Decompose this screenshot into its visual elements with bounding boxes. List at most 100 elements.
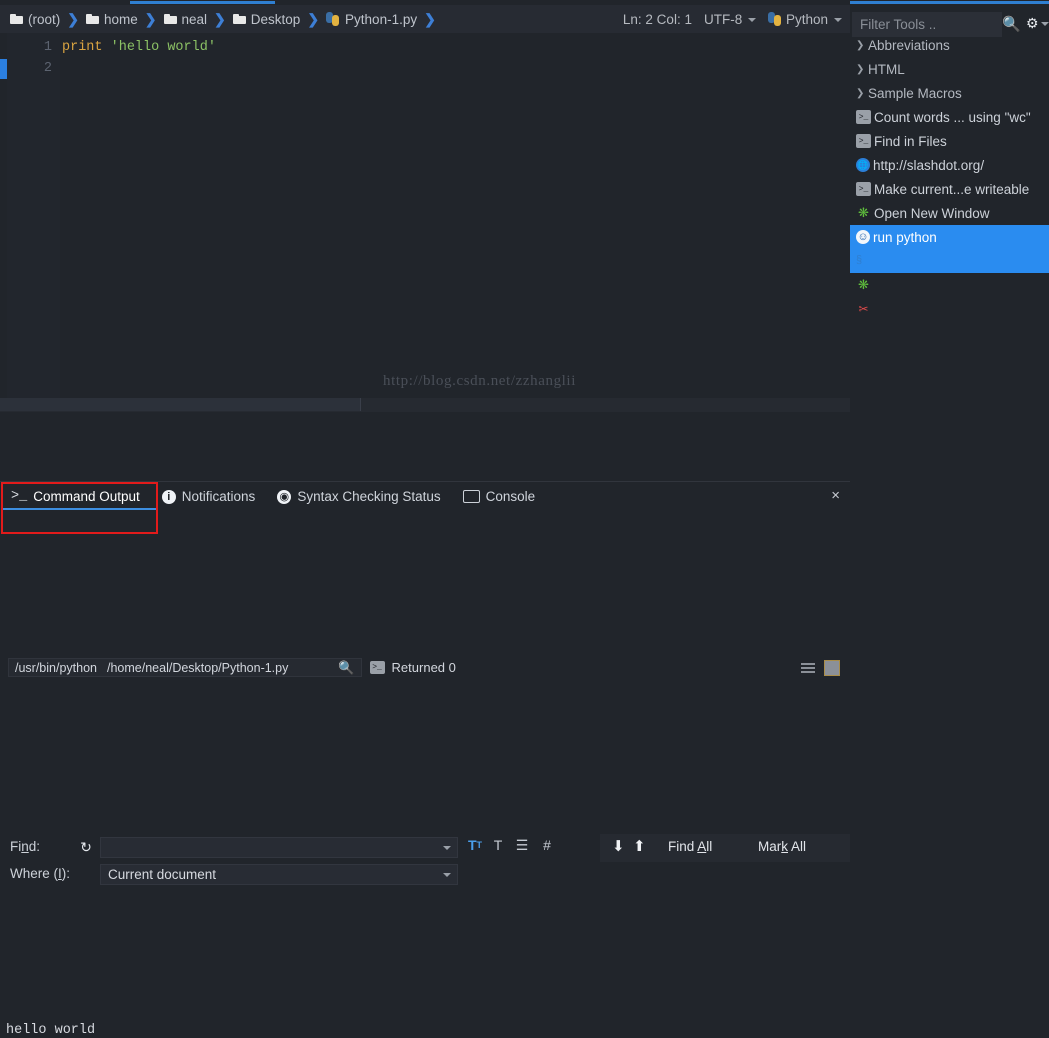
where-select-value: Current document [108, 867, 217, 882]
return-status: Returned 0 [391, 660, 456, 675]
tab-command-output[interactable]: >_ Command Output [0, 483, 151, 511]
terminal-icon: >_ [856, 110, 871, 124]
sidebar-tool-find-in-files[interactable]: >_ Find in Files [850, 129, 1049, 153]
tool-label: http://slashdot.org/ [873, 157, 985, 173]
breadcrumb-label: neal [181, 11, 208, 27]
toolbox-sidebar: Filter Tools .. 🔍 ⚙ ❯ Abbreviations ❯ HT… [850, 0, 1049, 680]
chevron-down-icon[interactable] [443, 846, 451, 850]
breadcrumb-item-file[interactable]: Python-1.py [326, 12, 417, 27]
where-select[interactable]: Current document [100, 864, 458, 885]
python-file-icon [326, 12, 340, 26]
cursor-position: Ln: 2 Col: 1 [622, 11, 692, 27]
panel-toggle-icon[interactable] [824, 659, 840, 676]
language-label: Python [785, 11, 828, 27]
smiley-icon: ☺ [856, 230, 870, 244]
main-editor-column: (root) ❯ home ❯ neal ❯ Desktop ❯ Python-… [0, 0, 850, 1038]
breadcrumb-item-neal[interactable]: neal [163, 11, 208, 27]
find-input[interactable] [100, 837, 458, 858]
code-editor[interactable]: 1 2 print 'hello world' http://blog.csdn… [0, 33, 850, 398]
run-command-field[interactable]: /usr/bin/python /home/neal/Desktop/Pytho… [8, 658, 362, 677]
sidebar-tool-make-writeable[interactable]: >_ Make current...e writeable [850, 177, 1049, 201]
sidebar-group-html[interactable]: ❯ HTML [850, 57, 1049, 81]
breadcrumb-label: (root) [28, 11, 61, 27]
chevron-right-icon: ❯ [67, 10, 79, 27]
sidebar-tool-run-python[interactable]: ☺ run python [850, 225, 1049, 249]
sidebar-tool-obscured-2[interactable]: ❋ [850, 273, 1049, 297]
breadcrumb-item-home[interactable]: home [86, 12, 138, 27]
chevron-right-icon[interactable]: ❯ [856, 64, 868, 75]
sidebar-tool-open-new-window[interactable]: ❋ Open New Window [850, 201, 1049, 225]
search-icon[interactable]: 🔍 [1002, 15, 1021, 33]
filter-placeholder: Filter Tools .. [860, 17, 937, 32]
search-icon[interactable]: 🔍 [338, 660, 354, 676]
find-label: Find: [10, 839, 41, 854]
folder-icon [232, 14, 246, 24]
ide-window: (root) ❯ home ❯ neal ❯ Desktop ❯ Python-… [0, 0, 1049, 1038]
match-case-icon[interactable]: TT [464, 834, 486, 856]
chevron-down-icon [834, 17, 842, 22]
sidebar-group-sample-macros[interactable]: ❯ Sample Macros [850, 81, 1049, 105]
regex-icon[interactable]: # [536, 834, 558, 856]
sidebar-tool-slashdot[interactable]: 🌐 http://slashdot.org/ [850, 153, 1049, 177]
line-number-gutter: 1 2 [7, 33, 60, 398]
chevron-right-icon: ❯ [144, 10, 157, 27]
breadcrumb-item-desktop[interactable]: Desktop [232, 12, 300, 27]
python-file-icon [768, 11, 782, 26]
find-all-button[interactable]: Find All [668, 839, 712, 854]
puzzle-icon: ❋ [858, 205, 869, 220]
macro-icon: § [856, 254, 863, 266]
find-prev-icon[interactable]: ⬆ [633, 837, 646, 855]
whole-word-icon[interactable]: T [487, 834, 509, 856]
chevron-right-icon[interactable]: ❯ [856, 40, 868, 51]
terminal-icon: >_ [11, 489, 28, 504]
tool-label: Count words ... using "wc" [874, 109, 1031, 125]
command-output-panel: hello world [0, 510, 850, 1038]
encoding-selector[interactable]: UTF-8 [703, 11, 757, 27]
find-bar: Find: ↻ Where (I): Current document TT T… [0, 413, 850, 885]
chevron-down-icon[interactable] [443, 873, 451, 877]
sidebar-group-abbreviations[interactable]: ❯ Abbreviations [850, 33, 1049, 57]
mark-all-button[interactable]: Mark All [758, 839, 806, 854]
tab-label: Command Output [33, 489, 140, 504]
tool-list: ❯ Abbreviations ❯ HTML ❯ Sample Macros >… [850, 33, 1049, 321]
find-history-refresh-icon[interactable]: ↻ [78, 839, 94, 855]
terminal-icon: >_ [369, 661, 385, 674]
encoding-label: UTF-8 [703, 11, 743, 27]
code-keyword: print [62, 40, 103, 55]
scissors-icon: ✂ [858, 302, 869, 316]
horizontal-scrollbar[interactable] [0, 398, 850, 412]
globe-icon: 🌐 [856, 158, 870, 172]
tab-console[interactable]: Console [452, 483, 547, 511]
editor-status-strip: Ln: 2 Col: 1 UTF-8 Python [611, 5, 850, 33]
chevron-down-icon [748, 17, 757, 22]
scrollbar-thumb[interactable] [0, 398, 361, 411]
where-label: Where (I): [10, 866, 71, 881]
breadcrumb-label: Python-1.py [345, 11, 418, 27]
filter-row: Filter Tools .. 🔍 ⚙ [850, 6, 1049, 37]
find-next-icon[interactable]: ⬇ [612, 837, 625, 855]
line-number: 1 [43, 40, 52, 55]
wrap-icon[interactable]: ☰ [511, 834, 533, 856]
tool-label: HTML [868, 61, 905, 77]
bottom-panel-tabs: >_ Command Output i Notifications ◉ Synt… [0, 481, 850, 511]
chevron-right-icon: ❯ [214, 10, 226, 27]
interpreter-path: /usr/bin/python [15, 660, 97, 675]
close-icon[interactable]: × [831, 487, 840, 504]
tab-notifications[interactable]: i Notifications [151, 483, 267, 511]
script-path: /home/neal/Desktop/Python-1.py [107, 660, 289, 675]
sidebar-tool-obscured-3[interactable]: ✂ [850, 297, 1049, 321]
breadcrumb-item-root[interactable]: (root) [10, 12, 60, 27]
sidebar-tool-obscured-1[interactable]: § [850, 249, 1049, 273]
list-view-icon[interactable] [801, 662, 815, 673]
tab-label: Notifications [181, 489, 256, 504]
sidebar-top-accent [850, 1, 1049, 4]
tool-label: Abbreviations [868, 37, 950, 53]
gear-icon[interactable]: ⚙ [1026, 15, 1049, 32]
code-string: 'hello world' [102, 40, 216, 55]
chevron-right-icon: ❯ [307, 10, 320, 27]
tool-label: Open New Window [874, 205, 990, 221]
language-selector[interactable]: Python [768, 11, 842, 27]
sidebar-tool-count-words[interactable]: >_ Count words ... using "wc" [850, 105, 1049, 129]
tab-syntax-checking-status[interactable]: ◉ Syntax Checking Status [266, 483, 451, 511]
chevron-right-icon[interactable]: ❯ [856, 88, 868, 99]
